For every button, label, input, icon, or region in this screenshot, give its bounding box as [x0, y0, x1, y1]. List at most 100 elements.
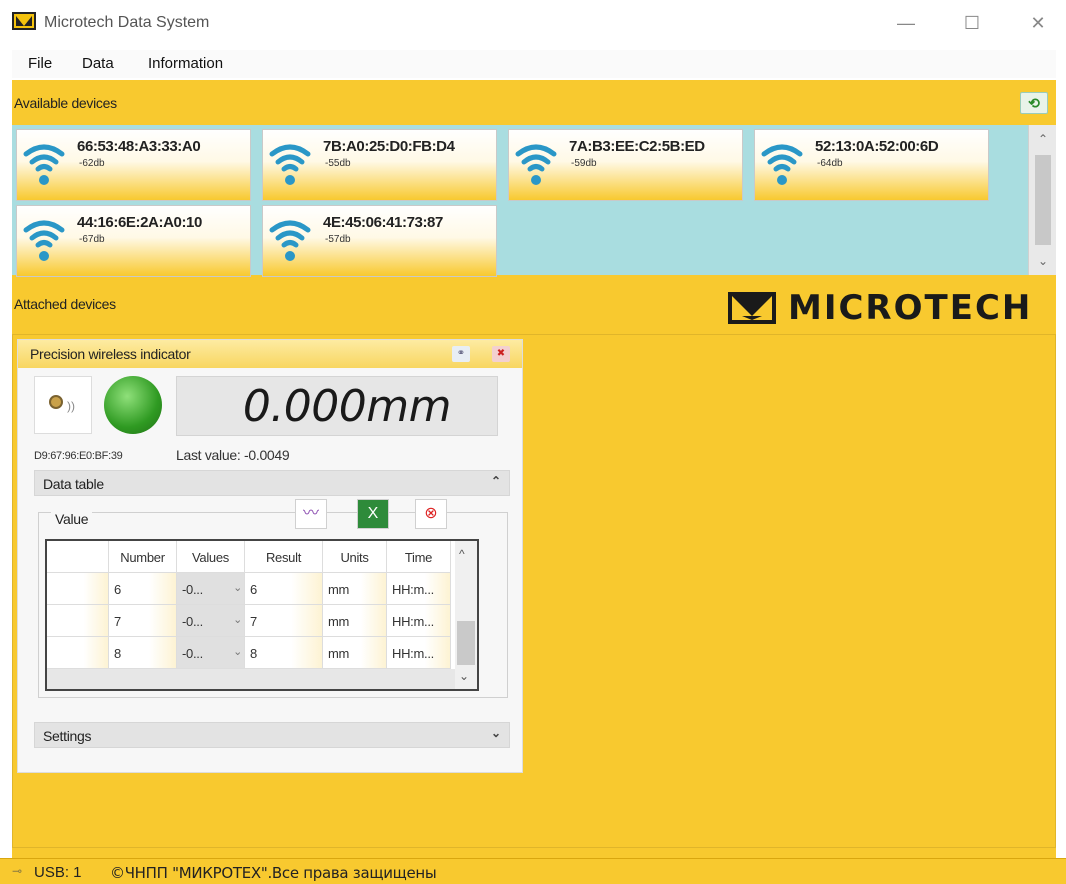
last-value: Last value: -0.0049: [176, 447, 290, 463]
close-button[interactable]: ✕: [1018, 10, 1058, 36]
table-cell-result: 6: [245, 573, 323, 605]
column-header[interactable]: Result: [245, 541, 323, 573]
device-signal: -62db: [79, 158, 105, 169]
data-table-label: Data table: [43, 476, 104, 492]
attached-devices-panel: Precision wireless indicator ⚭ ✖ )) 0.00…: [12, 334, 1056, 848]
menu-information[interactable]: Information: [148, 55, 223, 72]
scroll-up-icon[interactable]: ⌃: [1029, 129, 1057, 149]
cell-text: mm: [328, 582, 350, 597]
column-header[interactable]: Units: [323, 541, 387, 573]
menu-data[interactable]: Data: [82, 55, 114, 72]
refresh-icon[interactable]: ⟲: [1020, 92, 1048, 114]
minimize-button[interactable]: —: [886, 10, 926, 36]
cell-text: HH:m...: [392, 646, 434, 661]
device-card[interactable]: 4E:45:06:41:73:87 -57db: [262, 205, 497, 277]
table-cell-result: 7: [245, 605, 323, 637]
window-title: Microtech Data System: [44, 14, 210, 31]
remove-device-icon[interactable]: ✖: [492, 346, 510, 362]
device-mac: 52:13:0A:52:00:6D: [815, 138, 939, 155]
dropdown-arrow-icon[interactable]: ⌄: [233, 613, 242, 626]
settings-header[interactable]: Settings ⌄: [34, 722, 510, 748]
table-cell-units: mm: [323, 637, 387, 669]
collapse-icon[interactable]: ⌃: [491, 474, 501, 488]
indicator-header: Precision wireless indicator ⚭ ✖: [18, 340, 522, 368]
reading-value: 0.000mm: [242, 381, 452, 432]
clear-icon[interactable]: ⊗: [415, 499, 447, 529]
wifi-icon: [269, 220, 311, 261]
table-cell-time: HH:m...: [387, 605, 451, 637]
device-mac: 7A:B3:EE:C2:5B:ED: [569, 138, 705, 155]
chart-icon[interactable]: 〰: [295, 499, 327, 529]
device-mac: 4E:45:06:41:73:87: [323, 214, 443, 231]
table-cell-number: 6: [109, 573, 177, 605]
table-cell-values[interactable]: -0... ⌄: [177, 573, 245, 605]
cell-text: -0...: [182, 646, 203, 661]
available-devices-label: Available devices: [14, 95, 117, 111]
usb-status: USB: 1: [34, 864, 82, 881]
link-icon[interactable]: ⚭: [452, 346, 470, 362]
cell-text: mm: [328, 614, 350, 629]
usb-icon: ⊸: [12, 864, 23, 878]
device-card[interactable]: 66:53:48:A3:33:A0 -62db: [16, 129, 251, 201]
table-cell-time: HH:m...: [387, 573, 451, 605]
menu-file[interactable]: File: [28, 55, 52, 72]
cell-text: 8: [250, 646, 257, 661]
devices-scrollbar[interactable]: ⌃ ⌄: [1028, 125, 1056, 275]
grid-scroll-up-icon[interactable]: ^: [459, 547, 465, 561]
column-header[interactable]: Values: [177, 541, 245, 573]
column-header[interactable]: [47, 541, 109, 573]
cell-text: HH:m...: [392, 582, 434, 597]
status-bar: ⊸ USB: 1 ©ЧНПП "МИКРОТЕХ".Все права защи…: [0, 858, 1066, 884]
device-card[interactable]: 7B:A0:25:D0:FB:D4 -55db: [262, 129, 497, 201]
device-mac: 66:53:48:A3:33:A0: [77, 138, 201, 155]
cell-text: 7: [114, 614, 121, 629]
device-signal: -57db: [325, 234, 351, 245]
row-header: [47, 637, 109, 669]
column-header[interactable]: Time: [387, 541, 451, 573]
wifi-icon: [23, 220, 65, 261]
cell-text: 8: [114, 646, 121, 661]
microtech-logo: MICROTECH: [728, 288, 1048, 328]
grid-scroll-down-icon[interactable]: ⌄: [459, 669, 469, 683]
device-card[interactable]: 44:16:6E:2A:A0:10 -67db: [16, 205, 251, 277]
row-header: [47, 573, 109, 605]
cell-text: HH:m...: [392, 614, 434, 629]
expand-icon[interactable]: ⌄: [491, 726, 501, 740]
menu-bar: File Data Information: [12, 50, 1056, 78]
reading-display: 0.000mm: [176, 376, 498, 436]
cell-text: 7: [250, 614, 257, 629]
column-header[interactable]: Number: [109, 541, 177, 573]
dropdown-arrow-icon[interactable]: ⌄: [233, 581, 242, 594]
table-cell-units: mm: [323, 573, 387, 605]
dropdown-arrow-icon[interactable]: ⌄: [233, 645, 242, 658]
data-grid: Number Values Result Units Time 6 -0... ⌄ 6 mm HH:…: [45, 539, 479, 691]
grid-scroll-thumb[interactable]: [457, 621, 475, 665]
grid-scrollbar[interactable]: ^ ⌄: [455, 541, 477, 689]
data-table-header[interactable]: Data table ⌃: [34, 470, 510, 496]
scroll-down-icon[interactable]: ⌄: [1029, 251, 1057, 271]
table-cell-number: 8: [109, 637, 177, 669]
table-cell-values[interactable]: -0... ⌄: [177, 637, 245, 669]
title-bar: Microtech Data System — ☐ ✕: [0, 0, 1066, 46]
app-logo-icon: [12, 12, 36, 30]
indicator-title: Precision wireless indicator: [30, 346, 191, 362]
device-signal: -55db: [325, 158, 351, 169]
value-group-label: Value: [51, 511, 93, 527]
cell-text: -0...: [182, 614, 203, 629]
table-cell-values[interactable]: -0... ⌄: [177, 605, 245, 637]
wifi-icon: [23, 144, 65, 185]
excel-export-icon[interactable]: X: [357, 499, 389, 529]
brand-mark-icon: [728, 292, 776, 324]
device-mac: D9:67:96:E0:BF:39: [34, 450, 123, 462]
copyright-text: ©ЧНПП "МИКРОТЕХ".Все права защищены: [110, 864, 437, 882]
cell-text: -0...: [182, 582, 203, 597]
main-area: Available devices ⟲ 66:53:48:A3:33:A0 -62…: [12, 80, 1056, 858]
device-card[interactable]: 7A:B3:EE:C2:5B:ED -59db: [508, 129, 743, 201]
scroll-thumb[interactable]: [1035, 155, 1051, 245]
grid-footer: [47, 669, 455, 689]
wifi-icon: [515, 144, 557, 185]
device-card[interactable]: 52:13:0A:52:00:6D -64db: [754, 129, 989, 201]
maximize-button[interactable]: ☐: [952, 10, 992, 36]
device-signal: -67db: [79, 234, 105, 245]
connection-status-led: [104, 376, 162, 434]
